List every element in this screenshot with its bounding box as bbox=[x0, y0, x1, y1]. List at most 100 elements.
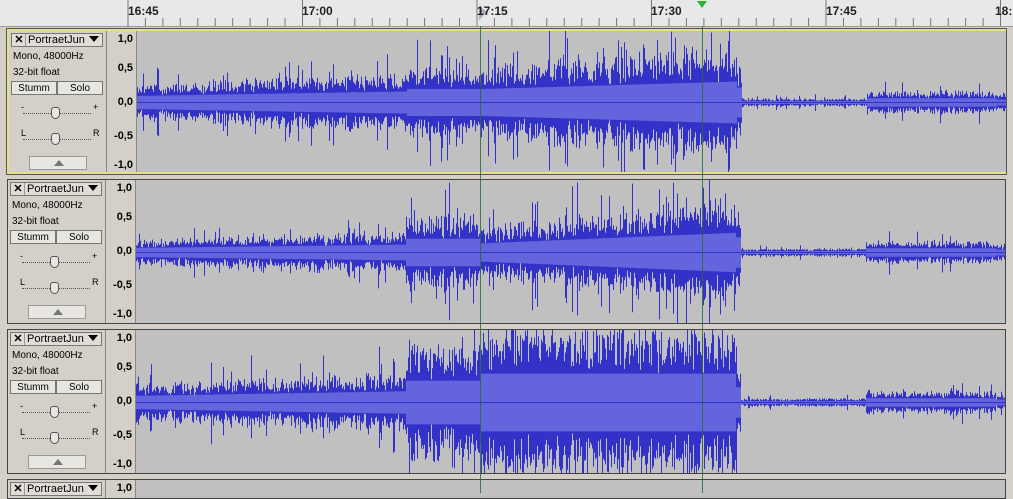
amplitude-ruler: 1,0 0,5 0,0 -0,5 -1,0 bbox=[107, 31, 136, 172]
gain-slider-thumb[interactable] bbox=[50, 406, 59, 418]
track-name-menu[interactable]: ✕ PortraetJun bbox=[10, 182, 102, 196]
track-control-panel: ✕ PortraetJun Mono, 48000Hz 32-bit float… bbox=[9, 31, 107, 172]
dropdown-arrow-icon[interactable] bbox=[88, 185, 98, 191]
track-name-menu[interactable]: ✕ PortraetJun bbox=[10, 332, 102, 346]
collapse-track-button[interactable] bbox=[28, 455, 86, 469]
pan-right-label: R bbox=[92, 277, 99, 287]
waveform-display[interactable] bbox=[135, 330, 1005, 473]
close-track-icon[interactable]: ✕ bbox=[13, 34, 26, 46]
mute-button[interactable]: Stumm bbox=[11, 81, 57, 95]
dropdown-arrow-icon[interactable] bbox=[88, 335, 98, 341]
amplitude-ruler: 1,0 bbox=[106, 480, 135, 498]
mute-button[interactable]: Stumm bbox=[10, 230, 56, 244]
amplitude-label: -0,5 bbox=[114, 130, 133, 142]
waveform-display[interactable] bbox=[135, 180, 1005, 323]
pan-slider-thumb[interactable] bbox=[50, 432, 59, 444]
audio-track-2[interactable]: ✕ PortraetJun Mono, 48000Hz 32-bit float… bbox=[7, 179, 1006, 324]
collapse-arrow-icon bbox=[53, 309, 63, 315]
waveform-display[interactable] bbox=[135, 480, 1005, 498]
amplitude-label: 0,5 bbox=[116, 361, 132, 373]
ruler-tick-label: 17:45 bbox=[826, 4, 857, 18]
pan-slider[interactable]: L R bbox=[18, 277, 99, 296]
pan-right-label: R bbox=[92, 427, 99, 437]
gain-slider[interactable]: - + bbox=[18, 401, 98, 420]
close-track-icon[interactable]: ✕ bbox=[12, 333, 25, 345]
gain-slider[interactable]: - + bbox=[19, 102, 99, 121]
ruler-tick-label: 18: bbox=[995, 4, 1013, 18]
close-track-icon[interactable]: ✕ bbox=[12, 483, 25, 495]
mute-button[interactable]: Stumm bbox=[10, 380, 56, 394]
track-name: PortraetJun bbox=[27, 183, 84, 195]
amplitude-label: -1,0 bbox=[113, 458, 132, 470]
ruler-tick-label: 17:30 bbox=[651, 4, 682, 18]
pan-slider-thumb[interactable] bbox=[50, 282, 59, 294]
dropdown-arrow-icon[interactable] bbox=[88, 485, 98, 491]
amplitude-label: -0,5 bbox=[113, 279, 132, 291]
amplitude-label: 1,0 bbox=[116, 332, 132, 344]
track-name: PortraetJun bbox=[27, 333, 84, 345]
close-track-icon[interactable]: ✕ bbox=[12, 183, 25, 195]
gain-slider-thumb[interactable] bbox=[50, 256, 59, 268]
audio-track-3[interactable]: ✕ PortraetJun Mono, 48000Hz 32-bit float… bbox=[7, 329, 1006, 474]
amplitude-label: -1,0 bbox=[113, 308, 132, 320]
ruler-tick-label: 17:15 bbox=[477, 4, 508, 18]
track-control-panel: ✕ PortraetJun Mono, 48000Hz 32-bit float… bbox=[8, 180, 106, 323]
waveform bbox=[136, 330, 1005, 473]
amplitude-label: 0,0 bbox=[117, 96, 133, 108]
track-control-panel: ✕ PortraetJun Mono, 48000Hz 32-bit float… bbox=[8, 330, 106, 473]
track-name: PortraetJun bbox=[27, 483, 84, 495]
collapse-arrow-icon bbox=[53, 459, 63, 465]
amplitude-label: 1,0 bbox=[116, 482, 132, 494]
gain-slider-thumb[interactable] bbox=[51, 107, 60, 119]
waveform-display[interactable] bbox=[136, 31, 1006, 172]
track-format: Mono, 48000Hz bbox=[12, 200, 83, 211]
pan-slider-thumb[interactable] bbox=[51, 133, 60, 145]
track-format: Mono, 48000Hz bbox=[12, 350, 83, 361]
play-position-line bbox=[702, 26, 703, 493]
track-bitdepth: 32-bit float bbox=[12, 366, 59, 377]
pan-left-label: L bbox=[20, 277, 26, 287]
amplitude-label: 0,5 bbox=[117, 62, 133, 74]
amplitude-label: 0,0 bbox=[116, 245, 132, 257]
gain-slider[interactable]: - + bbox=[18, 251, 98, 270]
amplitude-label: 0,0 bbox=[116, 395, 132, 407]
solo-button[interactable]: Solo bbox=[57, 81, 103, 95]
play-position-marker[interactable] bbox=[697, 1, 707, 8]
solo-button[interactable]: Solo bbox=[56, 230, 102, 244]
collapse-track-button[interactable] bbox=[28, 305, 86, 319]
audio-track-4[interactable]: ✕ PortraetJun 1,0 bbox=[7, 479, 1006, 499]
collapse-track-button[interactable] bbox=[29, 156, 87, 170]
pan-slider[interactable]: L R bbox=[18, 427, 99, 446]
track-name: PortraetJun bbox=[28, 34, 85, 46]
gain-minus-label: - bbox=[20, 401, 23, 411]
track-bitdepth: 32-bit float bbox=[12, 216, 59, 227]
track-bitdepth: 32-bit float bbox=[13, 67, 60, 78]
pan-right-label: R bbox=[93, 128, 100, 138]
gain-plus-label: + bbox=[92, 251, 98, 261]
track-control-panel: ✕ PortraetJun bbox=[8, 480, 106, 498]
pan-left-label: L bbox=[20, 427, 26, 437]
track-name-menu[interactable]: ✕ PortraetJun bbox=[10, 482, 102, 496]
timeline-ruler[interactable]: 16:45 17:00 17:15 17:30 17:45 18: bbox=[0, 0, 1013, 27]
amplitude-label: 1,0 bbox=[116, 182, 132, 194]
solo-button[interactable]: Solo bbox=[56, 380, 102, 394]
amplitude-label: -1,0 bbox=[114, 159, 133, 171]
amplitude-label: -0,5 bbox=[113, 429, 132, 441]
gain-plus-label: + bbox=[92, 401, 98, 411]
gain-plus-label: + bbox=[93, 102, 99, 112]
gain-minus-label: - bbox=[20, 251, 23, 261]
gain-minus-label: - bbox=[21, 102, 24, 112]
dropdown-arrow-icon[interactable] bbox=[89, 36, 99, 42]
ruler-tick-label: 17:00 bbox=[302, 4, 333, 18]
selection-start-line bbox=[480, 26, 481, 493]
ruler-tick-label: 16:45 bbox=[128, 4, 159, 18]
amplitude-label: 1,0 bbox=[117, 33, 133, 45]
waveform bbox=[137, 31, 1006, 172]
waveform bbox=[136, 180, 1005, 323]
amplitude-label: 0,5 bbox=[116, 211, 132, 223]
track-name-menu[interactable]: ✕ PortraetJun bbox=[11, 33, 103, 47]
audio-track-1[interactable]: ✕ PortraetJun Mono, 48000Hz 32-bit float… bbox=[6, 28, 1007, 175]
collapse-arrow-icon bbox=[54, 160, 64, 166]
amplitude-ruler: 1,0 0,5 0,0 -0,5 -1,0 bbox=[106, 330, 135, 473]
pan-slider[interactable]: L R bbox=[19, 128, 100, 147]
